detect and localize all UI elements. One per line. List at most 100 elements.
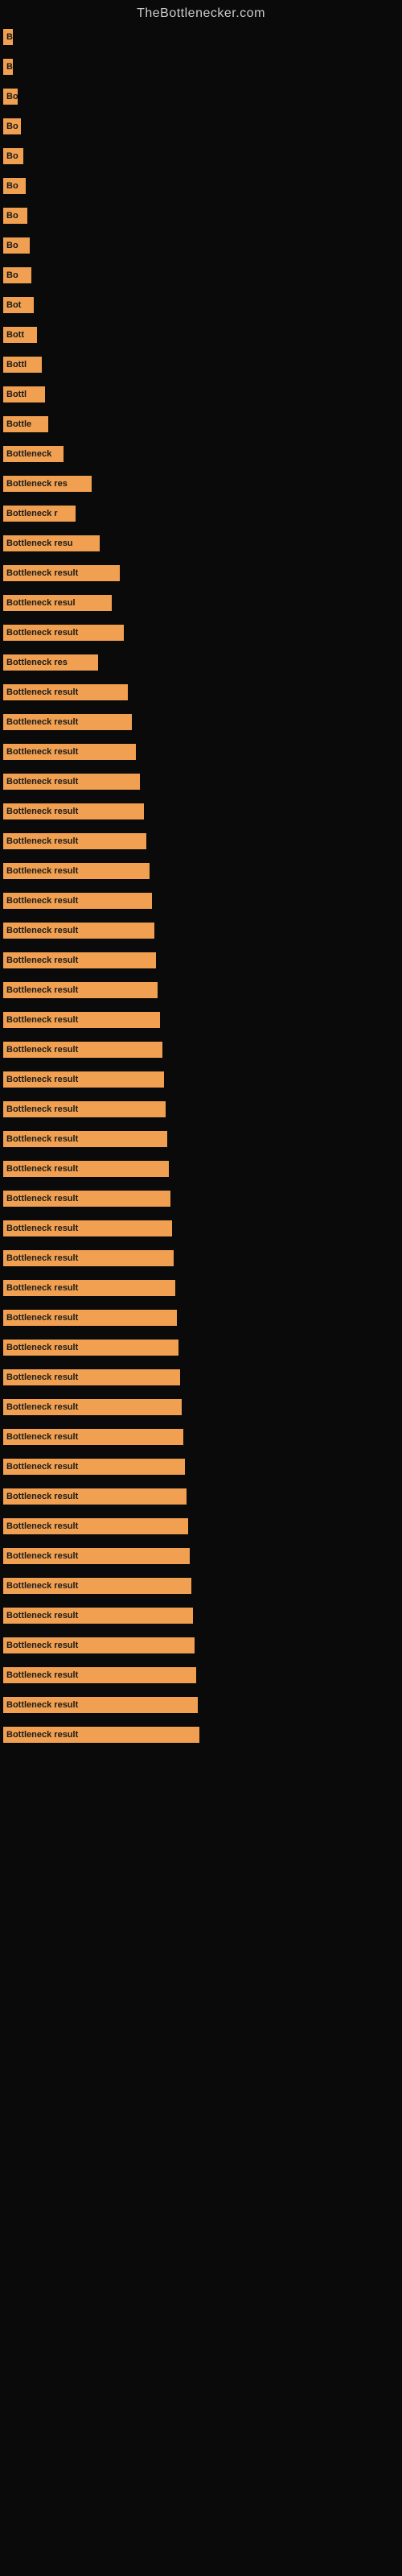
bar-row: Bottle [0,411,402,441]
bar-row: Bottleneck r [0,501,402,530]
bar-label: Bottleneck result [3,1369,180,1385]
bar-label: B [3,59,13,75]
bar-label: Bottleneck result [3,952,156,968]
bar-row: Bottleneck result [0,1454,402,1484]
bar-row: Bottleneck result [0,1335,402,1364]
bar-label: Bo [3,267,31,283]
bar-row: Bottleneck result [0,1156,402,1186]
bar-label: Bottleneck result [3,863,150,879]
bar-row: Bot [0,292,402,322]
bar-label: Bottleneck result [3,1071,164,1088]
bar-row: Bott [0,322,402,352]
bar-label: Bottleneck r [3,506,76,522]
bar-label: Bottleneck result [3,744,136,760]
bar-row: Bottleneck result [0,1484,402,1513]
bar-label: Bottleneck result [3,1280,175,1296]
bar-label: Bottl [3,386,45,402]
bar-label: Bottleneck res [3,654,98,671]
bar-label: Bo [3,118,21,134]
bar-label: Bottleneck result [3,714,132,730]
bar-label: Bottl [3,357,42,373]
bar-row: Bottleneck result [0,679,402,709]
bar-row: Bottleneck result [0,858,402,888]
bar-label: Bo [3,89,18,105]
bar-row: Bottleneck result [0,1662,402,1692]
bar-row: Bottleneck res [0,650,402,679]
bar-label: Bottleneck result [3,684,128,700]
bar-row: Bottl [0,352,402,382]
bar-row: Bottleneck result [0,1275,402,1305]
bar-label: Bottleneck result [3,893,152,909]
bar-row: Bottleneck result [0,918,402,947]
bar-label: Bottleneck result [3,833,146,849]
bar-row: Bottleneck result [0,1573,402,1603]
bar-row: Bottleneck result [0,1067,402,1096]
bar-label: Bottleneck result [3,1191,170,1207]
bar-label: Bottleneck result [3,1459,185,1475]
bar-row: Bottleneck result [0,1543,402,1573]
bar-label: Bottleneck [3,446,64,462]
bar-row: B [0,24,402,54]
bar-row: Bottl [0,382,402,411]
bar-label: Bottleneck result [3,1250,174,1266]
bar-row: Bottleneck result [0,1603,402,1633]
bar-row: Bottleneck result [0,1007,402,1037]
bar-label: Bottleneck result [3,1042,162,1058]
bar-row: Bottleneck res [0,471,402,501]
bar-label: Bottleneck result [3,1012,160,1028]
bar-label: B [3,29,13,45]
bar-row: Bottleneck result [0,977,402,1007]
bar-row: Bottleneck result [0,799,402,828]
bar-row: Bottleneck result [0,1305,402,1335]
bar-row: Bottleneck result [0,1216,402,1245]
bar-row: Bottleneck result [0,620,402,650]
bar-label: Bottleneck result [3,1488,187,1505]
bar-label: Bottleneck result [3,1548,190,1564]
bar-row: B [0,54,402,84]
bar-row: Bottleneck result [0,1245,402,1275]
bar-row: Bottleneck result [0,1186,402,1216]
bar-row: Bottleneck result [0,560,402,590]
bar-label: Bottleneck result [3,1667,196,1683]
bar-label: Bottleneck result [3,1340,178,1356]
bar-label: Bo [3,237,30,254]
bar-row: Bottleneck result [0,1364,402,1394]
bar-label: Bottleneck result [3,1131,167,1147]
bar-label: Bo [3,148,23,164]
bar-row: Bottleneck result [0,1722,402,1752]
bar-row: Bottleneck result [0,828,402,858]
bar-row: Bottleneck result [0,888,402,918]
bar-row: Bottleneck result [0,1394,402,1424]
bar-label: Bottleneck result [3,1518,188,1534]
bar-row: Bo [0,143,402,173]
bar-row: Bo [0,262,402,292]
bar-row: Bo [0,173,402,203]
bar-label: Bottleneck result [3,1429,183,1445]
bar-label: Bott [3,327,37,343]
bar-label: Bottleneck result [3,1578,191,1594]
bar-row: Bottleneck result [0,1096,402,1126]
bar-label: Bottleneck result [3,1697,198,1713]
bar-row: Bottleneck result [0,1424,402,1454]
bars-container: BB Bo Bo Bo Bo Bo Bo Bo Bot Bott Bottl Bottl Bottle B… [0,24,402,1752]
bar-label: Bottleneck result [3,1161,169,1177]
bar-label: Bottleneck res [3,476,92,492]
bar-row: Bottleneck resul [0,590,402,620]
bar-row: Bottleneck [0,441,402,471]
bar-row: Bo [0,84,402,114]
bar-row: Bottleneck result [0,1692,402,1722]
bar-label: Bottleneck result [3,1101,166,1117]
bar-row: Bottleneck result [0,1633,402,1662]
bar-label: Bottleneck result [3,1310,177,1326]
bar-label: Bottleneck result [3,1608,193,1624]
bar-row: Bottleneck resu [0,530,402,560]
bar-row: Bottleneck result [0,1513,402,1543]
bar-label: Bottleneck result [3,565,120,581]
bar-label: Bottleneck resu [3,535,100,551]
site-title: TheBottlenecker.com [0,0,402,24]
bar-label: Bottleneck result [3,923,154,939]
bar-label: Bottleneck result [3,625,124,641]
bar-label: Bo [3,208,27,224]
bar-label: Bottleneck result [3,1220,172,1236]
bar-row: Bottleneck result [0,947,402,977]
